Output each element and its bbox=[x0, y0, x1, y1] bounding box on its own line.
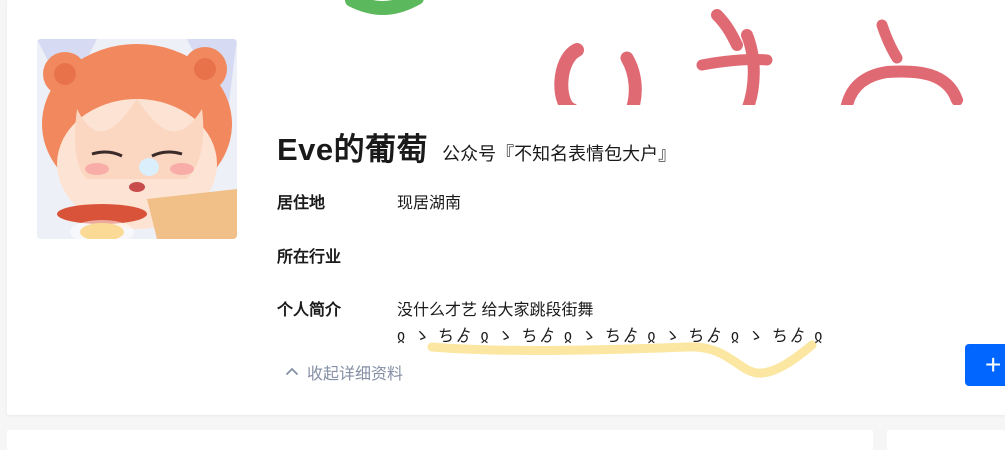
collapse-details-button[interactable]: 收起详细资料 bbox=[285, 360, 403, 384]
detail-label: 居住地 bbox=[277, 195, 326, 212]
chevron-up-icon bbox=[286, 368, 298, 375]
detail-value: 现居湖南 bbox=[397, 195, 462, 212]
anime-avatar-image bbox=[37, 39, 237, 239]
detail-row-industry: 所在行业 bbox=[277, 243, 397, 267]
detail-value: 没什么才艺 给大家跳段街舞 bbox=[397, 302, 594, 319]
avatar[interactable] bbox=[37, 39, 237, 239]
detail-label: 个人简介 bbox=[277, 302, 342, 319]
collapse-details-label: 收起详细资料 bbox=[307, 366, 404, 383]
plus-icon: + bbox=[985, 349, 1002, 380]
follow-button[interactable]: + bbox=[965, 344, 1005, 386]
next-card-left bbox=[7, 430, 873, 450]
cover-image bbox=[307, 0, 967, 105]
cover-brush-strokes bbox=[345, 0, 963, 105]
next-card-right bbox=[887, 430, 1005, 450]
detail-row-location: 居住地 现居湖南 bbox=[277, 189, 461, 213]
detail-label: 所在行业 bbox=[277, 249, 342, 266]
bio-decoration-text: ჲ ゝ ちゟ ჲ ゝ ちゟ ჲ ゝ ちゟ ჲ ゝ ちゟ ჲ ゝ ちゟ ჲ bbox=[397, 328, 825, 345]
user-headline: 公众号『不知名表情包大户』 bbox=[442, 144, 677, 164]
name-row: Eve的葡萄 公众号『不知名表情包大户』 bbox=[277, 124, 676, 169]
profile-card: Eve的葡萄 公众号『不知名表情包大户』 居住地 现居湖南 所在行业 个人简介 … bbox=[7, 0, 1005, 415]
detail-row-bio: 个人简介 没什么才艺 给大家跳段街舞 bbox=[277, 296, 593, 320]
user-name: Eve的葡萄 bbox=[277, 132, 429, 167]
